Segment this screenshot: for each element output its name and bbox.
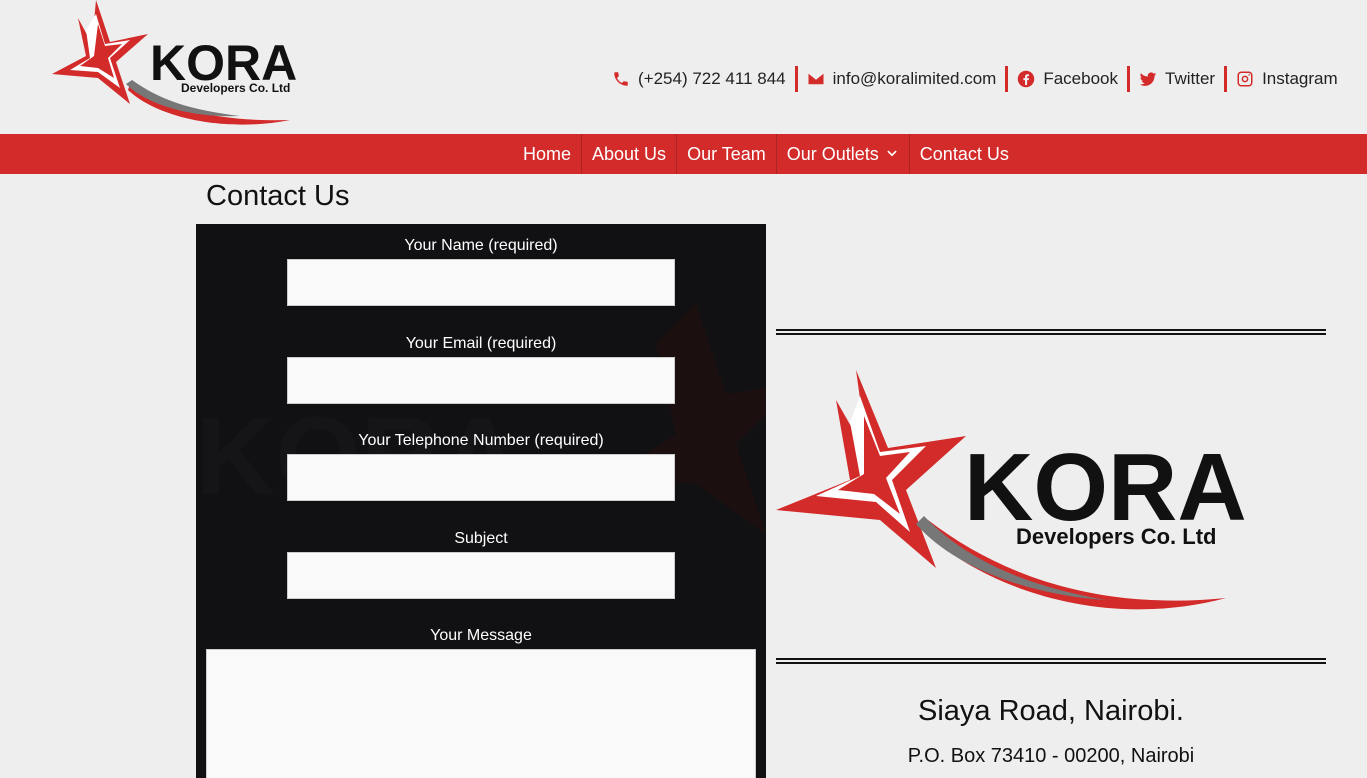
double-rule-bottom	[776, 658, 1326, 664]
chevron-down-icon	[887, 150, 897, 157]
name-input[interactable]	[287, 259, 675, 306]
twitter-icon	[1139, 72, 1157, 86]
twitter-text: Twitter	[1165, 69, 1216, 88]
nav-outlets[interactable]: Our Outlets	[775, 134, 909, 174]
svg-text:Developers Co. Ltd: Developers Co. Ltd	[1016, 524, 1216, 549]
svg-text:Developers Co. Ltd: Developers Co. Ltd	[181, 81, 290, 95]
email-text: info@koralimited.com	[832, 69, 997, 88]
email-input[interactable]	[287, 357, 675, 404]
phone-label: Your Telephone Number (required)	[358, 432, 604, 449]
site-header: KORA Developers Co. Ltd (+254) 722 411 8…	[0, 0, 1367, 134]
po-box: P.O. Box 73410 - 00200, Nairobi	[907, 745, 1195, 767]
message-label: Your Message	[430, 627, 532, 644]
twitter-link[interactable]: Twitter	[1130, 69, 1224, 89]
kora-logo-large: KORA Developers Co. Ltd	[776, 370, 1247, 610]
nav-outlets-label: Our Outlets	[786, 144, 879, 164]
phone-icon	[614, 72, 628, 86]
instagram-link[interactable]: Instagram	[1227, 69, 1347, 89]
name-label: Your Name (required)	[404, 237, 558, 254]
nav-contact[interactable]: Contact Us	[908, 134, 1019, 174]
subject-label: Subject	[454, 530, 508, 547]
email-link[interactable]: info@koralimited.com	[798, 69, 1006, 89]
instagram-text: Instagram	[1262, 69, 1338, 88]
subject-input[interactable]	[287, 552, 675, 599]
nav-about[interactable]: About Us	[581, 134, 676, 174]
message-textarea[interactable]	[206, 649, 756, 778]
nav-home[interactable]: Home	[513, 134, 581, 174]
phone-input[interactable]	[287, 454, 675, 501]
contact-bar: (+254) 722 411 844 info@koralimited.com …	[612, 64, 1347, 94]
email-label: Your Email (required)	[405, 335, 557, 352]
double-rule-top	[776, 329, 1326, 335]
instagram-icon	[1237, 71, 1253, 87]
kora-logo[interactable]: KORA Developers Co. Ltd	[50, 0, 330, 134]
main-nav: Home About Us Our Team Our Outlets Conta…	[0, 134, 1367, 174]
facebook-icon	[1018, 70, 1035, 88]
page-title: Contact Us	[206, 180, 350, 212]
contact-form: KORA Your Name (required) Your Email (re…	[196, 224, 766, 778]
address: Siaya Road, Nairobi.	[918, 695, 1184, 727]
facebook-link[interactable]: Facebook	[1008, 69, 1127, 89]
facebook-text: Facebook	[1043, 69, 1118, 88]
envelope-icon	[808, 73, 824, 85]
phone-link[interactable]: (+254) 722 411 844	[612, 69, 795, 89]
phone-text: (+254) 722 411 844	[638, 69, 786, 88]
nav-team[interactable]: Our Team	[676, 134, 776, 174]
